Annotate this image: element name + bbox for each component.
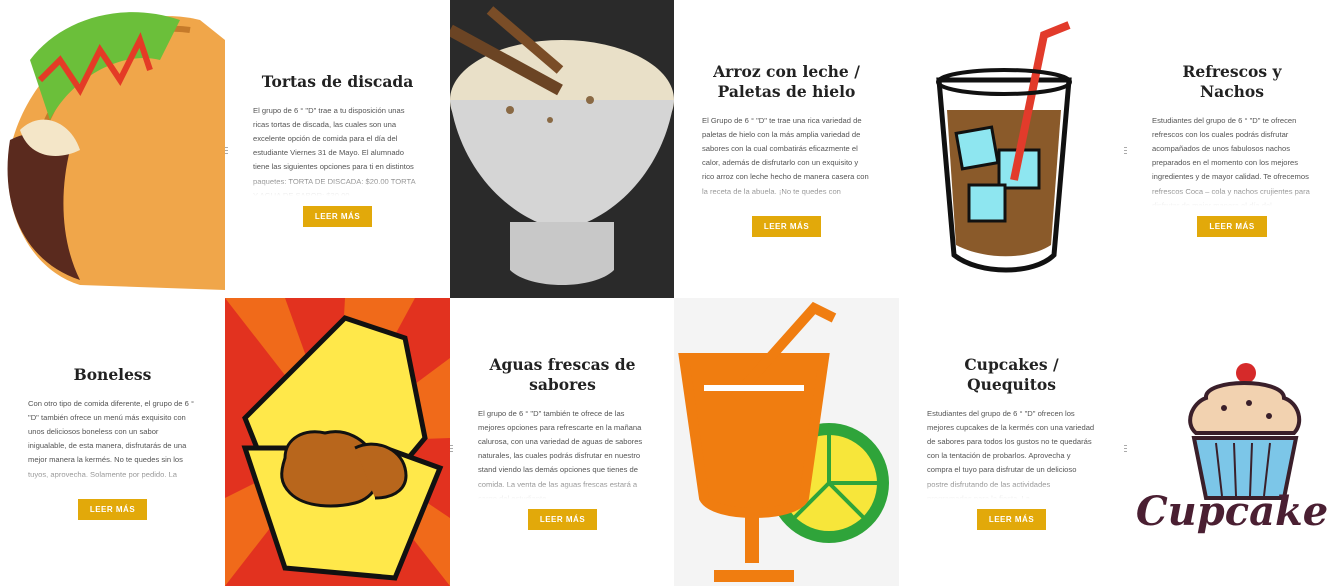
- read-more-button[interactable]: LEER MÁS: [1197, 215, 1267, 237]
- juice-glass-icon: [674, 298, 899, 586]
- card-tortas: Tortas de discada El grupo de 6 ° "D" tr…: [225, 0, 450, 298]
- card-aguas: Aguas frescas de sabores El grupo de 6 °…: [450, 298, 675, 586]
- food-grid: Tortas de discada El grupo de 6 ° "D" tr…: [0, 0, 1340, 586]
- menu-lines-icon: [1124, 147, 1127, 154]
- card-image-cupcake[interactable]: Cupcake: [1124, 298, 1340, 586]
- card-body: El Grupo de 6 ° "D" te trae una rica var…: [702, 114, 871, 206]
- card-title: Tortas de discada: [261, 71, 414, 91]
- card-title: Arroz con leche / Paletas de hielo: [713, 61, 860, 101]
- read-more-button[interactable]: LEER MÁS: [302, 205, 373, 227]
- read-more-button[interactable]: LEER MÁS: [77, 498, 148, 520]
- card-image-soda[interactable]: [899, 0, 1124, 298]
- card-tab[interactable]: [1124, 140, 1132, 158]
- read-more-button[interactable]: LEER MÁS: [751, 215, 822, 237]
- rice-pudding-icon: [450, 0, 674, 298]
- card-title: Aguas frescas de sabores: [489, 354, 636, 394]
- card-image-boneless[interactable]: [225, 298, 450, 586]
- card-body: Con otro tipo de comida diferente, el gr…: [28, 397, 197, 489]
- card-title: Refrescos y Nachos: [1182, 61, 1282, 101]
- card-image-rice-pudding[interactable]: [450, 0, 675, 298]
- card-boneless: Boneless Con otro tipo de comida diferen…: [0, 298, 225, 586]
- card-tab[interactable]: [1124, 438, 1132, 456]
- menu-lines-icon: [1124, 445, 1127, 452]
- card-image-taco[interactable]: [0, 0, 225, 298]
- card-arroz: Arroz con leche / Paletas de hielo El Gr…: [674, 0, 899, 298]
- menu-lines-icon: [450, 445, 453, 452]
- read-more-button[interactable]: LEER MÁS: [527, 508, 598, 530]
- cupcake-logo-text: Cupcake: [1135, 488, 1329, 535]
- soda-glass-icon: [899, 0, 1124, 298]
- card-body: El grupo de 6 ° "D" trae a tu disposició…: [253, 104, 422, 196]
- taco-icon: [0, 0, 225, 298]
- card-body: Estudiantes del grupo de 6 ° "D" ofrecen…: [927, 408, 1096, 499]
- card-cupcakes: Cupcakes / Quequitos Estudiantes del gru…: [899, 298, 1124, 586]
- card-tab[interactable]: [225, 140, 233, 158]
- card-body: El grupo de 6 ° "D" también te ofrece de…: [478, 407, 647, 499]
- card-body: Estudiantes del grupo de 6 ° "D" te ofre…: [1152, 114, 1312, 206]
- boneless-box-icon: [225, 298, 450, 586]
- card-title: Cupcakes / Quequitos: [964, 354, 1059, 394]
- card-image-juice[interactable]: [674, 298, 899, 586]
- card-tab[interactable]: [450, 438, 458, 456]
- menu-lines-icon: [225, 147, 228, 154]
- cupcake-icon: [1124, 298, 1340, 586]
- read-more-button[interactable]: LEER MÁS: [976, 508, 1047, 530]
- card-refrescos: Refrescos y Nachos Estudiantes del grupo…: [1124, 0, 1340, 298]
- card-title: Boneless: [73, 364, 152, 384]
